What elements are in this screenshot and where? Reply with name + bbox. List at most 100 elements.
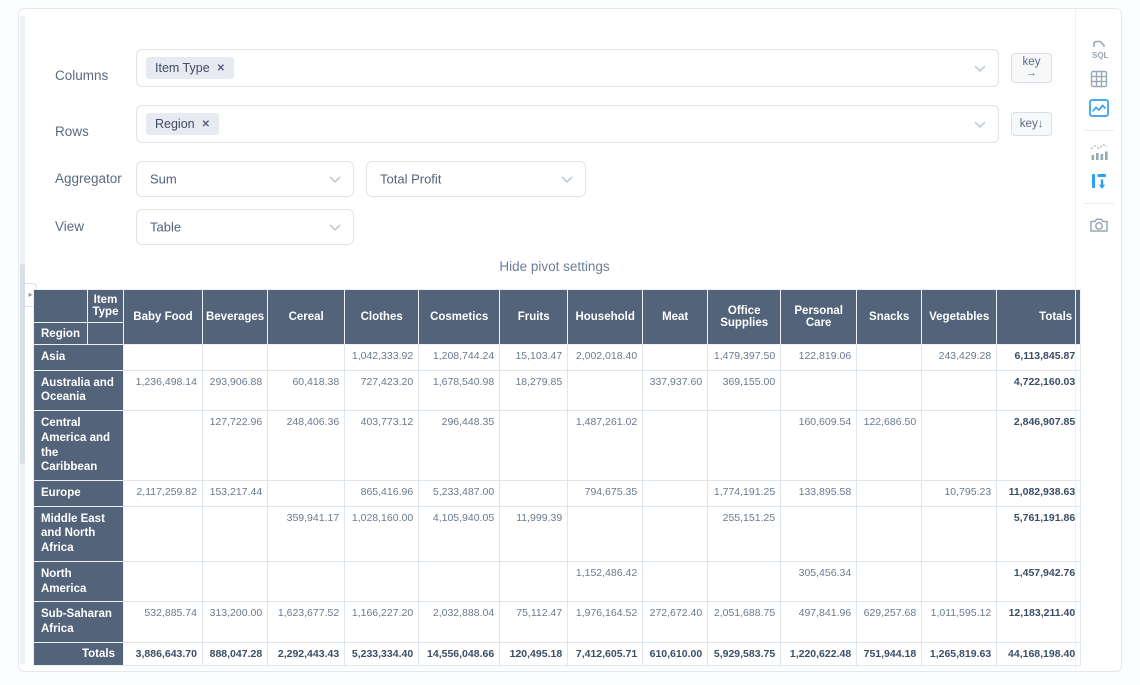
pivot-cell: 160,609.54 [781, 411, 857, 481]
totals-row-header: Totals [34, 642, 124, 665]
pivot-cell: 532,885.74 [123, 602, 202, 642]
pivot-cell: 10,795.23 [922, 481, 997, 507]
pivot-cell [857, 506, 922, 561]
pivot-cell [643, 561, 708, 601]
table-row: Sub-Saharan Africa532,885.74313,200.001,… [34, 602, 1081, 642]
arrow-down-icon: ↓ [1038, 118, 1044, 130]
pivot-cell [643, 345, 708, 371]
pivot-cell: 1,976,164.52 [568, 602, 643, 642]
pivot-col-header: Meat [643, 290, 708, 345]
sql-icon[interactable]: SQL [1084, 37, 1114, 63]
toolbar-divider [1084, 130, 1114, 131]
chevron-down-icon[interactable] [561, 170, 573, 188]
pivot-cell: 359,941.17 [268, 506, 345, 561]
bar-chart-icon[interactable] [1084, 139, 1114, 165]
aggregator-select[interactable]: Sum [136, 161, 354, 197]
pivot-icon[interactable] [1084, 168, 1114, 194]
pivot-cell: 497,841.96 [781, 602, 857, 642]
pivot-panel: ▸ Columns Item Type ✕ key → Rows Region … [18, 8, 1122, 672]
pivot-cell: 5,233,487.00 [419, 481, 500, 507]
pivot-cell [202, 561, 267, 601]
pivot-cell: 18,279.85 [500, 370, 568, 410]
pivot-cell [123, 561, 202, 601]
columns-tag-item-type[interactable]: Item Type ✕ [146, 57, 234, 79]
pivot-cell: 1,011,595.12 [922, 602, 997, 642]
pivot-cell: 60,418.38 [268, 370, 345, 410]
pivot-cell: 2,032,888.04 [419, 602, 500, 642]
pivot-cell [643, 506, 708, 561]
pivot-cell [123, 345, 202, 371]
image-icon[interactable] [1084, 95, 1114, 121]
pivot-row-header: Middle East and North Africa [34, 506, 124, 561]
pivot-cell [781, 506, 857, 561]
pivot-cell: 1,166,227.20 [345, 602, 419, 642]
pivot-row-total: 2,846,907.85 [997, 411, 1081, 481]
pivot-col-total: 120,495.18 [500, 642, 568, 665]
pivot-cell: 255,151.25 [708, 506, 781, 561]
rows-tag-label: Region [155, 117, 195, 131]
pivot-row-header: North America [34, 561, 124, 601]
pivot-cell [500, 411, 568, 481]
aggregator-value-select[interactable]: Total Profit [366, 161, 586, 197]
pivot-col-header: Baby Food [123, 290, 202, 345]
columns-tag-label: Item Type [155, 61, 210, 75]
remove-tag-icon[interactable]: ✕ [217, 63, 225, 74]
chevron-down-icon[interactable] [974, 59, 986, 77]
pivot-row-header: Central America and the Caribbean [34, 411, 124, 481]
pivot-cell: 153,217.44 [202, 481, 267, 507]
pivot-cell: 305,456.34 [781, 561, 857, 601]
pivot-cell: 75,112.47 [500, 602, 568, 642]
pivot-cell [857, 561, 922, 601]
chevron-down-icon[interactable] [974, 115, 986, 133]
remove-tag-icon[interactable]: ✕ [202, 119, 210, 130]
pivot-cell: 122,686.50 [857, 411, 922, 481]
pivot-row-total: 5,761,191.86 [997, 506, 1081, 561]
pivot-cell [345, 561, 419, 601]
chevron-down-icon[interactable] [329, 170, 341, 188]
table-icon[interactable] [1084, 66, 1114, 92]
columns-key-order-button[interactable]: key → [1011, 53, 1052, 83]
view-select[interactable]: Table [136, 209, 354, 245]
pivot-col-header: Office Supplies [708, 290, 781, 345]
pivot-cell [202, 506, 267, 561]
totals-row: Totals3,886,643.70888,047.282,292,443.43… [34, 642, 1081, 665]
rows-label: Rows [55, 124, 89, 139]
hide-pivot-settings-link[interactable]: Hide pivot settings [33, 259, 1076, 274]
table-row: Australia and Oceania1,236,498.14293,906… [34, 370, 1081, 410]
svg-text:SQL: SQL [1092, 51, 1109, 60]
pivot-row-total: 4,722,160.03 [997, 370, 1081, 410]
pivot-cell: 296,448.35 [419, 411, 500, 481]
pivot-cell [568, 506, 643, 561]
pivot-cell: 122,819.06 [781, 345, 857, 371]
pivot-cell [202, 345, 267, 371]
rows-key-order-button[interactable]: key↓ [1011, 112, 1052, 136]
pivot-blank-cell [87, 323, 123, 345]
pivot-cell: 629,257.68 [857, 602, 922, 642]
pivot-cell: 2,051,688.75 [708, 602, 781, 642]
pivot-cell [500, 481, 568, 507]
pivot-cell: 1,487,261.02 [568, 411, 643, 481]
pivot-col-total: 751,944.18 [857, 642, 922, 665]
pivot-cell [568, 370, 643, 410]
rows-field[interactable]: Region ✕ [136, 105, 999, 143]
pivot-col-total: 5,929,583.75 [708, 642, 781, 665]
pivot-cell: 1,028,160.00 [345, 506, 419, 561]
rows-tag-region[interactable]: Region ✕ [146, 113, 219, 135]
table-row: North America1,152,486.42305,456.341,457… [34, 561, 1081, 601]
pivot-cell [708, 411, 781, 481]
pivot-grand-total: 44,168,198.40 [997, 642, 1081, 665]
pivot-cell: 1,623,677.52 [268, 602, 345, 642]
camera-icon[interactable] [1084, 212, 1114, 238]
table-row: Asia1,042,333.921,208,744.2415,103.472,0… [34, 345, 1081, 371]
pivot-cell: 15,103.47 [500, 345, 568, 371]
pivot-cell [922, 561, 997, 601]
pivot-col-total: 14,556,048.66 [419, 642, 500, 665]
chevron-down-icon[interactable] [329, 218, 341, 236]
aggregator-label: Aggregator [55, 171, 122, 186]
right-toolbar: SQL [1075, 9, 1121, 671]
pivot-cell: 727,423.20 [345, 370, 419, 410]
pivot-col-total: 5,233,334.40 [345, 642, 419, 665]
pivot-cell: 865,416.96 [345, 481, 419, 507]
pivot-row-total: 12,183,211.40 [997, 602, 1081, 642]
columns-field[interactable]: Item Type ✕ [136, 49, 999, 87]
